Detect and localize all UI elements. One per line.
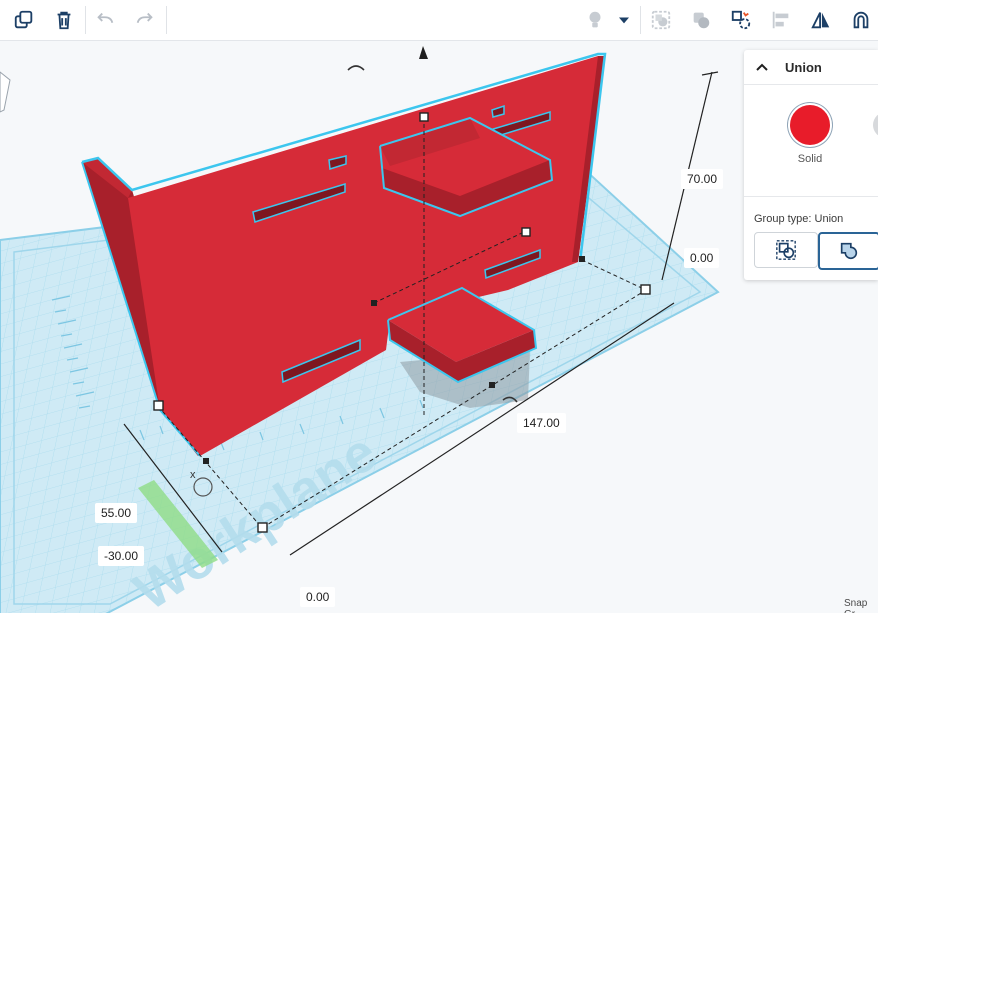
snap-button[interactable] xyxy=(726,5,756,35)
x-offset-dimension[interactable]: 0.00 xyxy=(300,587,336,607)
copy-icon xyxy=(14,10,33,29)
elevation-dimension[interactable]: 0.00 xyxy=(684,248,720,268)
group-button[interactable] xyxy=(646,5,676,35)
lightbulb-icon xyxy=(589,11,601,28)
y-offset-dimension[interactable]: -30.00 xyxy=(98,546,145,566)
ungroup-button[interactable] xyxy=(686,5,716,35)
chevron-up-icon[interactable] xyxy=(754,59,770,75)
group-shapes-icon xyxy=(776,240,796,260)
align-icon xyxy=(772,11,789,29)
notes-button[interactable] xyxy=(580,5,610,35)
group-type-shapes-button[interactable] xyxy=(754,232,818,268)
length-dimension[interactable]: 147.00 xyxy=(517,413,566,433)
top-toolbar xyxy=(0,0,878,41)
inspector-header[interactable]: Union xyxy=(744,50,878,85)
copy-button[interactable] xyxy=(9,5,39,35)
group-icon xyxy=(651,10,671,30)
undo-icon xyxy=(97,12,114,24)
ungroup-icon xyxy=(693,12,710,29)
height-dimension[interactable]: 70.00 xyxy=(681,169,724,189)
snap-grid-label[interactable]: Snap Gr xyxy=(844,598,878,613)
inspector-title: Union xyxy=(785,60,822,75)
snap-icon xyxy=(731,10,751,30)
width-dimension[interactable]: 55.00 xyxy=(95,503,138,523)
redo-icon xyxy=(136,12,153,24)
union-icon xyxy=(840,242,858,260)
trash-icon xyxy=(57,11,71,30)
cruise-button[interactable] xyxy=(846,5,876,35)
group-type-union-button[interactable] xyxy=(818,232,878,270)
mirror-button[interactable] xyxy=(806,5,836,35)
solid-color-button[interactable] xyxy=(790,105,830,145)
notes-dropdown[interactable] xyxy=(614,5,634,35)
tinkercad-editor: Workplane x 70.00 0.00 147.00 55.00 -30.… xyxy=(0,0,878,613)
shape-inspector: Union Solid Group type: Union xyxy=(744,50,878,280)
axis-label: x xyxy=(190,469,196,481)
group-type-label: Group type: Union xyxy=(754,213,844,225)
dropdown-caret-icon xyxy=(619,17,629,24)
undo-button[interactable] xyxy=(90,5,120,35)
lift-cone-handle[interactable] xyxy=(419,46,428,59)
magnet-icon xyxy=(853,11,869,29)
delete-button[interactable] xyxy=(49,5,79,35)
solid-label: Solid xyxy=(797,153,823,165)
hole-button[interactable] xyxy=(873,112,878,138)
rotate-handle-top[interactable] xyxy=(347,65,365,71)
mirror-icon xyxy=(811,12,830,29)
view-cube[interactable] xyxy=(0,71,11,113)
redo-button[interactable] xyxy=(130,5,160,35)
align-button[interactable] xyxy=(766,5,796,35)
